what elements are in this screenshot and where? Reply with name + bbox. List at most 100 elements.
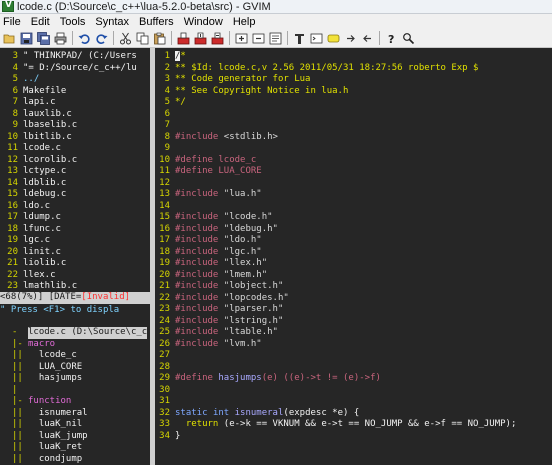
explorer-file-item[interactable]: 9 lbaselib.c (0, 120, 150, 132)
explorer-file-item[interactable]: 15 ldebug.c (0, 189, 150, 201)
taglist-tag-item[interactable]: || luaK_jump (0, 431, 150, 443)
code-line[interactable]: 33 return (e->k == VKNUM && e->t == NO_J… (155, 419, 552, 431)
explorer-file-item[interactable]: 6 Makefile (0, 86, 150, 98)
taglist-tag[interactable]: condjump (28, 454, 82, 464)
code-line[interactable]: 22 #include "lopcodes.h" (155, 293, 552, 305)
code-line[interactable]: 7 (155, 120, 552, 132)
explorer-file-item[interactable]: 14 ldblib.c (0, 178, 150, 190)
code-line[interactable]: 10 #define lcode_c (155, 155, 552, 167)
fold-marker[interactable]: - (0, 327, 28, 339)
explorer-file-item[interactable]: 8 lauxlib.c (0, 109, 150, 121)
code-line[interactable]: 8 #include <stdlib.h> (155, 132, 552, 144)
save-session-icon[interactable] (251, 31, 266, 46)
fold-marker[interactable]: |- (0, 396, 28, 408)
make-icon[interactable] (292, 31, 307, 46)
code-line[interactable]: 9 (155, 143, 552, 155)
code-line[interactable]: 17 #include "ldo.h" (155, 235, 552, 247)
taglist-tag[interactable]: isnumeral (28, 408, 88, 418)
run-ctags-icon[interactable] (326, 31, 341, 46)
tag-back-icon[interactable] (360, 31, 375, 46)
undo-icon[interactable] (77, 31, 92, 46)
code-line[interactable]: 18 #include "lgc.h" (155, 247, 552, 259)
code-line[interactable]: 13 #include "lua.h" (155, 189, 552, 201)
taglist-file-header[interactable]: lcode.c (D:\Source\c_c (28, 327, 148, 339)
taglist-tag-item[interactable]: || luaK_nil (0, 419, 150, 431)
explorer-file-item[interactable]: 19 lgc.c (0, 235, 150, 247)
code-line[interactable]: 29 #define hasjumps(e) ((e)->t != (e)->f) (155, 373, 552, 385)
menu-buffers[interactable]: Buffers (134, 16, 179, 28)
code-line[interactable]: 15 #include "lcode.h" (155, 212, 552, 224)
taglist-tag-item[interactable]: || hasjumps (0, 373, 150, 385)
code-line[interactable]: 24 #include "lstring.h" (155, 316, 552, 328)
code-line[interactable]: 32 static int isnumeral(expdesc *e) { (155, 408, 552, 420)
load-session-icon[interactable] (234, 31, 249, 46)
explorer-parent-dir[interactable]: 5 ../ (0, 74, 150, 86)
explorer-file-item[interactable]: 13 lctype.c (0, 166, 150, 178)
menu-syntax[interactable]: Syntax (90, 16, 134, 28)
code-line[interactable]: 28 (155, 362, 552, 374)
redo-icon[interactable] (94, 31, 109, 46)
explorer-file-item[interactable]: 12 lcorolib.c (0, 155, 150, 167)
explorer-file-item[interactable]: 21 liolib.c (0, 258, 150, 270)
print-icon[interactable] (53, 31, 68, 46)
taglist-kind-row[interactable]: |- function (0, 396, 150, 408)
tag-jump-icon[interactable] (343, 31, 358, 46)
code-line[interactable]: 30 (155, 385, 552, 397)
code-line[interactable]: 3 ** Code generator for Lua (155, 74, 552, 86)
explorer-file-item[interactable]: 7 lapi.c (0, 97, 150, 109)
code-pane[interactable]: 1/* 2 ** $Id: lcode.c,v 2.56 2011/05/31 18… (155, 48, 552, 465)
explorer-file-item[interactable]: 18 lfunc.c (0, 224, 150, 236)
code-line[interactable]: 25 #include "ltable.h" (155, 327, 552, 339)
save-icon[interactable] (19, 31, 34, 46)
code-line[interactable]: 20 #include "lmem.h" (155, 270, 552, 282)
taglist-tag-item[interactable]: || condjump (0, 454, 150, 465)
explorer-file-item[interactable]: 16 ldo.c (0, 201, 150, 213)
code-line[interactable]: 19 #include "llex.h" (155, 258, 552, 270)
explorer-file-item[interactable]: 20 linit.c (0, 247, 150, 259)
code-buffer[interactable]: 1/* 2 ** $Id: lcode.c,v 2.56 2011/05/31 18… (155, 51, 552, 442)
taglist-kind-row[interactable]: |- macro (0, 339, 150, 351)
code-line[interactable]: 14 (155, 201, 552, 213)
explorer-file-item[interactable]: 23 lmathlib.c (0, 281, 150, 293)
copy-icon[interactable] (135, 31, 150, 46)
taglist-tag[interactable]: LUA_CORE (28, 362, 82, 372)
menu-edit[interactable]: Edit (26, 16, 55, 28)
taglist-tag[interactable]: luaK_jump (28, 431, 88, 441)
shell-icon[interactable] (309, 31, 324, 46)
taglist-tag-item[interactable]: || isnumeral (0, 408, 150, 420)
code-line[interactable]: 16 #include "ldebug.h" (155, 224, 552, 236)
find-next-icon[interactable] (193, 31, 208, 46)
code-line[interactable]: 5 */ (155, 97, 552, 109)
taglist-tag[interactable]: hasjumps (28, 373, 82, 383)
taglist-tag[interactable]: luaK_nil (28, 419, 82, 429)
taglist-tag-item[interactable]: || luaK_ret (0, 442, 150, 454)
taglist-tag-item[interactable]: || lcode_c (0, 350, 150, 362)
explorer-file-item[interactable]: 11 lcode.c (0, 143, 150, 155)
fold-marker[interactable]: |- (0, 339, 28, 351)
find-prev-icon[interactable] (210, 31, 225, 46)
code-line[interactable]: 31 (155, 396, 552, 408)
code-line[interactable]: 27 (155, 350, 552, 362)
taglist-tag[interactable]: luaK_ret (28, 442, 82, 452)
explorer-file-item[interactable]: 22 llex.c (0, 270, 150, 282)
code-line[interactable]: 34} (155, 431, 552, 443)
code-line[interactable]: 6 (155, 109, 552, 121)
save-all-icon[interactable] (36, 31, 51, 46)
paste-icon[interactable] (152, 31, 167, 46)
menu-help[interactable]: Help (228, 16, 261, 28)
code-line[interactable]: 23 #include "lparser.h" (155, 304, 552, 316)
code-line[interactable]: 12 (155, 178, 552, 190)
find-replace-icon[interactable] (176, 31, 191, 46)
code-line[interactable]: 1/* (155, 51, 552, 63)
cut-icon[interactable] (118, 31, 133, 46)
run-script-icon[interactable] (268, 31, 283, 46)
menu-file[interactable]: File (0, 16, 26, 28)
code-line[interactable]: 4 ** See Copyright Notice in lua.h (155, 86, 552, 98)
taglist-tag[interactable]: lcode_c (28, 350, 77, 360)
menu-window[interactable]: Window (179, 16, 228, 28)
menu-tools[interactable]: Tools (55, 16, 91, 28)
taglist-tag-item[interactable]: || LUA_CORE (0, 362, 150, 374)
code-line[interactable]: 11 #define LUA_CORE (155, 166, 552, 178)
find-help-icon[interactable] (401, 31, 416, 46)
explorer-file-item[interactable]: 10 lbitlib.c (0, 132, 150, 144)
